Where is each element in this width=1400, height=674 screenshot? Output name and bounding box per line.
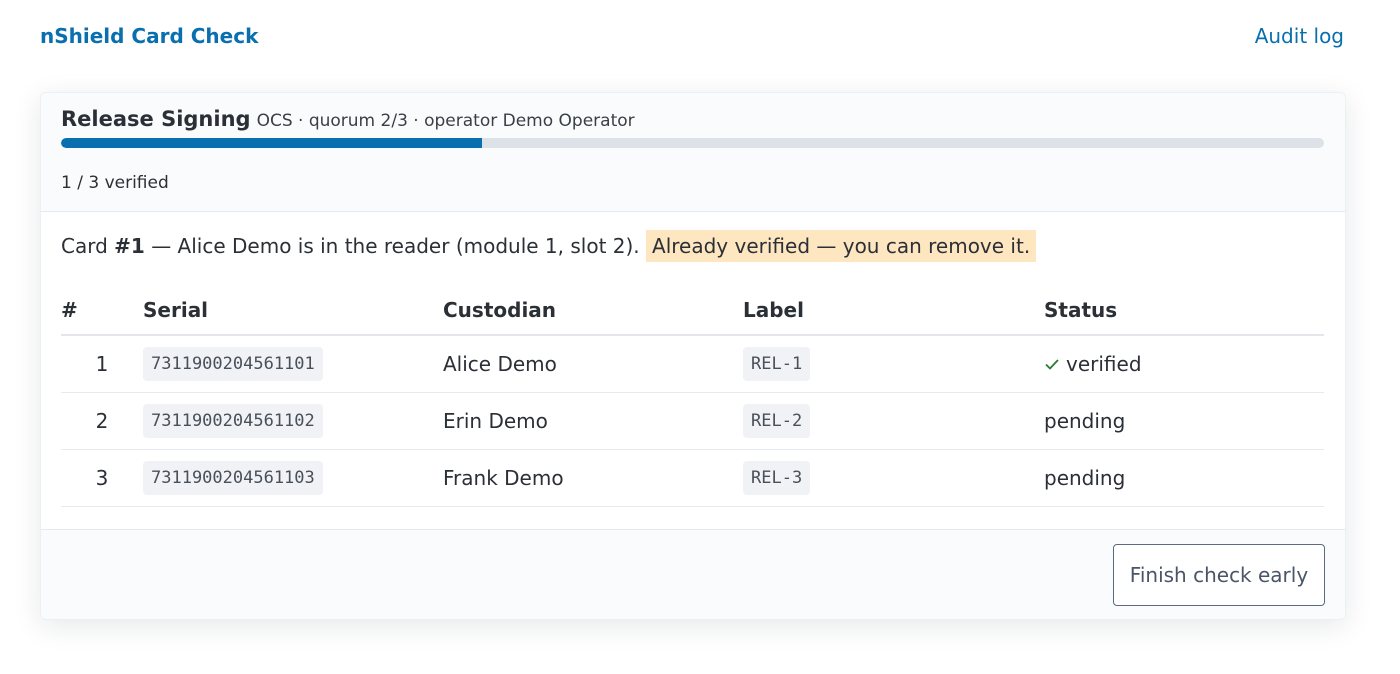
serial-code: 7311900204561101 (143, 347, 323, 381)
panel-header: Release Signing OCS · quorum 2/3 · operat… (41, 93, 1345, 212)
card-ref: #1 (114, 234, 145, 258)
message-prefix: Card (61, 234, 115, 258)
card-label: REL-1 (743, 347, 811, 381)
table-row: 3 7311900204561103 Frank Demo REL-3 pend… (61, 449, 1324, 507)
progress-fill (61, 138, 482, 148)
cards-table: # Serial Custodian Label Status 1 731190… (61, 286, 1324, 507)
message-middle: — Alice Demo is in the reader (module 1,… (144, 234, 647, 258)
card-label: REL-3 (743, 461, 811, 495)
top-bar: nShield Card Check Audit log (40, 20, 1344, 52)
panel-body: Card #1 — Alice Demo is in the reader (m… (41, 212, 1345, 529)
col-header-custodian: Custodian (443, 286, 743, 336)
checkmark-icon (1045, 359, 1059, 370)
col-header-status: Status (1044, 286, 1324, 336)
audit-log-link[interactable]: Audit log (1255, 24, 1344, 48)
set-meta: OCS · quorum 2/3 · operator Demo Operato… (256, 111, 635, 131)
panel-footer: Finish check early (41, 529, 1345, 619)
col-header-label: Label (743, 286, 1044, 336)
row-num: 1 (61, 335, 143, 393)
col-header-serial: Serial (143, 286, 443, 336)
col-header-num: # (61, 286, 143, 336)
status-text: pending (1044, 466, 1126, 490)
remove-notice: Already verified — you can remove it. (646, 230, 1037, 262)
status-cell: pending (1044, 392, 1324, 450)
status-text: pending (1044, 409, 1126, 433)
brand-link[interactable]: nShield Card Check (40, 24, 258, 48)
verified-count: 1 / 3 verified (61, 173, 169, 193)
set-name: Release Signing (61, 107, 251, 131)
row-num: 2 (61, 392, 143, 450)
row-num: 3 (61, 449, 143, 507)
table-row: 2 7311900204561102 Erin Demo REL-2 pendi… (61, 392, 1324, 450)
status-cell: pending (1044, 449, 1324, 507)
table-row: 1 7311900204561101 Alice Demo REL-1 veri… (61, 335, 1324, 393)
custodian-name: Erin Demo (443, 392, 743, 450)
status-cell: verified (1044, 335, 1324, 393)
card-check-panel: Release Signing OCS · quorum 2/3 · operat… (40, 92, 1346, 620)
custodian-name: Alice Demo (443, 335, 743, 393)
reader-message: Card #1 — Alice Demo is in the reader (m… (61, 230, 1037, 262)
serial-code: 7311900204561102 (143, 404, 323, 438)
table-header-row: # Serial Custodian Label Status (61, 286, 1324, 336)
finish-check-early-button[interactable]: Finish check early (1113, 544, 1325, 606)
set-title: Release Signing OCS · quorum 2/3 · operat… (61, 107, 635, 131)
custodian-name: Frank Demo (443, 449, 743, 507)
serial-code: 7311900204561103 (143, 461, 323, 495)
progress-bar (61, 138, 1324, 148)
card-label: REL-2 (743, 404, 811, 438)
status-text: verified (1066, 352, 1142, 376)
